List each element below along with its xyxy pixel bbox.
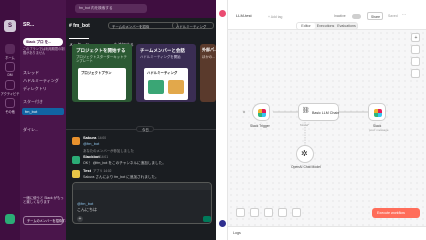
undo-icon[interactable] — [278, 208, 287, 217]
search-input[interactable]: fm_bot 内を検索する — [75, 4, 147, 13]
dm-icon[interactable] — [5, 62, 15, 72]
slack-icon — [258, 109, 266, 117]
avatar[interactable] — [72, 170, 80, 178]
message-text: Sakura さんにより fm_bot に追加されました。 — [83, 175, 159, 179]
card-project[interactable]: プロジェクトを開始する プロジェクトスターターキットテンプレート プロジェクトプ… — [72, 44, 132, 102]
message-text: @fm_bot — [83, 141, 100, 146]
send-icon[interactable] — [203, 216, 211, 222]
node-subtitle: post: message — [369, 127, 389, 132]
invite-button[interactable]: チームのメンバーを招待する — [23, 216, 68, 225]
active-toggle[interactable] — [352, 14, 361, 19]
card-huddle[interactable]: チームメンバーと会話 ハドルミーティングを開始 ハドルミーティング — [136, 44, 196, 102]
tab-evaluations[interactable]: Evaluations — [336, 23, 357, 29]
upgrade-button[interactable]: Slack プロ を... — [23, 38, 63, 46]
message-time: アプリ 14:02 — [93, 168, 112, 173]
avatar[interactable] — [72, 137, 80, 145]
system-message: あなたのメンバーが参加しました — [83, 149, 134, 153]
tab-messages[interactable]: メッセージ — [69, 33, 89, 47]
rail-home-label: ホーム — [5, 56, 15, 60]
add-tag-link[interactable]: + Add tag — [268, 15, 282, 19]
promo-text: このプランでは利用期間の制限がありません — [23, 47, 65, 55]
home-icon[interactable] — [5, 44, 15, 54]
openai-icon: ✲ — [301, 149, 308, 158]
activity-icon[interactable] — [5, 80, 15, 90]
zoom-in-icon[interactable] — [250, 208, 259, 217]
card-external[interactable]: 外部パ... ほかの... — [200, 44, 217, 102]
rail-more-label: その他 — [5, 110, 15, 114]
message-author[interactable]: Slackbot — [83, 154, 100, 160]
logs-panel[interactable]: Logs — [228, 226, 426, 240]
openai-model-node[interactable]: ✲ — [296, 145, 314, 163]
saved-label: Saved — [388, 14, 398, 18]
fit-view-icon[interactable] — [236, 208, 245, 217]
workspace-name[interactable]: SR... — [23, 22, 34, 28]
node-label: OpenAI Chat Model — [291, 165, 321, 169]
slack-icon — [374, 109, 382, 117]
link-icon: ⛓ — [302, 108, 310, 114]
slack-trigger-node[interactable] — [252, 103, 270, 121]
add-member-button[interactable]: チームのメンバーを招待 — [108, 22, 178, 29]
more-options-icon[interactable]: ⋯ — [402, 12, 406, 18]
sidebar-item-fm-bot[interactable]: fm_bot — [22, 108, 64, 115]
n8n-logo-icon[interactable] — [219, 10, 226, 17]
inactive-label: Inactive — [334, 14, 346, 18]
more-icon[interactable] — [5, 98, 15, 108]
message-composer[interactable]: @fm_bot こんにちは + — [72, 182, 212, 224]
channel-title[interactable]: # fm_bot — [69, 23, 90, 29]
message-text: OK！ @fm_bot をこのチャンネルに追加しました。 — [83, 161, 166, 165]
search-placeholder: fm_bot 内を検索する — [79, 6, 113, 10]
footer-text: 一緒に使うと Slack がもっと楽しくなります — [23, 196, 64, 205]
tab-executions[interactable]: Executions — [315, 23, 336, 29]
sidebar-item-dm[interactable]: ダイレ... — [23, 118, 38, 136]
message-author[interactable]: Test — [83, 168, 91, 174]
date-divider[interactable]: 今日 — [136, 126, 154, 132]
rail-dm-label: DM — [7, 73, 13, 77]
upgrade-label: Slack プロ を... — [26, 40, 52, 44]
user-avatar[interactable] — [219, 220, 226, 227]
huddle-button[interactable]: ハドルミーティング — [172, 22, 214, 29]
zoom-out-icon[interactable] — [264, 208, 273, 217]
node-label: Slack Trigger — [250, 124, 270, 128]
message-time: 14:01 — [100, 154, 108, 159]
avatar[interactable] — [5, 214, 15, 224]
message-time: 14:00 — [98, 135, 106, 140]
tab-editor[interactable]: Editor — [297, 23, 315, 29]
tidy-up-icon[interactable] — [292, 208, 301, 217]
llm-chain-node[interactable]: ⛓ Basic LLM Chain — [298, 103, 339, 121]
n8n-sidebar — [216, 0, 228, 240]
execute-workflow-button[interactable]: Execute workflow — [372, 208, 420, 218]
workspace-rail — [0, 0, 20, 240]
format-toolbar[interactable] — [73, 183, 211, 190]
slackbot-avatar[interactable] — [72, 156, 80, 164]
composer-line2: こんにちは — [77, 207, 97, 212]
slack-node[interactable] — [368, 103, 386, 121]
share-button[interactable]: Share — [367, 12, 383, 20]
workflow-name[interactable]: LLM-test — [236, 13, 252, 19]
plus-icon[interactable]: + — [77, 216, 83, 222]
model-port-label: Model* — [300, 123, 310, 127]
workspace-icon[interactable]: S — [4, 20, 16, 32]
